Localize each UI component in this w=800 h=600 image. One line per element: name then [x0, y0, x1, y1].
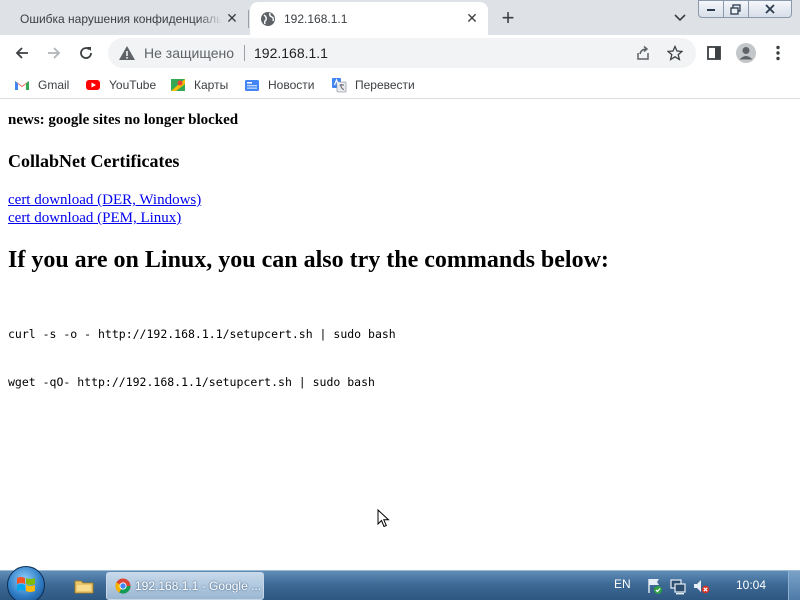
page-title: CollabNet Certificates: [8, 151, 180, 171]
cert-download-pem-link[interactable]: cert download (PEM, Linux): [8, 209, 201, 227]
bookmark-gmail[interactable]: Gmail: [14, 76, 69, 94]
chevron-down-icon: [674, 14, 686, 22]
restore-button[interactable]: [723, 0, 749, 18]
close-window-button[interactable]: [748, 0, 792, 18]
bookmark-maps[interactable]: Карты: [170, 76, 228, 94]
warning-icon[interactable]: [118, 44, 136, 62]
flag-check-icon: [648, 579, 662, 594]
back-button[interactable]: [9, 40, 35, 66]
maps-icon: [170, 77, 186, 93]
address-bar[interactable]: Не защищено 192.168.1.1: [108, 38, 696, 68]
security-status[interactable]: Не защищено: [144, 45, 234, 61]
command-block: curl -s -o - http://192.168.1.1/setupcer…: [8, 294, 396, 422]
omnibox-separator: [244, 45, 245, 61]
tray-volume[interactable]: [692, 577, 710, 595]
gmail-icon: [14, 77, 30, 93]
close-icon: [765, 4, 775, 14]
share-button[interactable]: [632, 42, 654, 64]
minimize-icon: [707, 9, 715, 11]
mouse-cursor-icon: [377, 509, 390, 528]
url-text[interactable]: 192.168.1.1: [254, 45, 632, 61]
news-notice: news: google sites no longer blocked: [8, 112, 239, 128]
tab-search-button[interactable]: [670, 8, 690, 28]
window-controls: [698, 0, 792, 18]
bookmark-youtube[interactable]: YouTube: [85, 76, 156, 94]
show-desktop-button[interactable]: [788, 571, 800, 600]
new-tab-button[interactable]: +: [496, 5, 520, 30]
forward-button[interactable]: [41, 40, 67, 66]
profile-button[interactable]: [733, 40, 759, 66]
taskbar: 192.168.1.1 - Google ... EN 10:04: [0, 566, 800, 600]
bookmark-label: YouTube: [109, 78, 157, 92]
globe-icon: [260, 11, 276, 27]
avatar-icon: [736, 43, 756, 63]
chrome-icon: [115, 578, 131, 594]
tab-close-button[interactable]: ✕: [462, 9, 482, 29]
bookmarks-bar: Gmail YouTube Карты Новости Перевести: [0, 71, 800, 99]
bookmark-label: Перевести: [355, 78, 415, 92]
tab-title: 192.168.1.1: [284, 11, 348, 26]
news-icon: [244, 77, 260, 93]
bookmark-star-button[interactable]: [664, 42, 686, 64]
network-icon: [670, 579, 686, 595]
tab-strip: Ошибка нарушения конфиденциальности ✕ 19…: [0, 0, 800, 35]
browser-toolbar: Не защищено 192.168.1.1: [0, 35, 800, 71]
taskbar-chrome-button[interactable]: 192.168.1.1 - Google ...: [106, 572, 264, 600]
taskbar-chrome-label: 192.168.1.1 - Google ...: [135, 579, 262, 593]
restore-icon: [730, 3, 741, 15]
taskbar-explorer-button[interactable]: [66, 573, 102, 599]
menu-button[interactable]: [765, 40, 791, 66]
youtube-icon: [85, 77, 101, 93]
start-button[interactable]: [7, 566, 45, 600]
tab-privacy-error[interactable]: Ошибка нарушения конфиденциальности ✕: [8, 2, 248, 35]
tab-router[interactable]: 192.168.1.1 ✕: [250, 2, 488, 35]
translate-icon: [331, 77, 347, 93]
tray-action-center[interactable]: [646, 577, 664, 595]
side-panel-icon: [707, 46, 721, 60]
volume-muted-icon: [694, 580, 710, 594]
share-icon: [637, 45, 649, 60]
minimize-button[interactable]: [698, 0, 724, 18]
reload-icon: [80, 47, 92, 59]
side-panel-button[interactable]: [701, 40, 727, 66]
linux-heading: If you are on Linux, you can also try th…: [8, 247, 609, 273]
reload-button[interactable]: [73, 40, 99, 66]
bookmark-label: Карты: [194, 78, 229, 92]
language-indicator[interactable]: EN: [614, 577, 631, 591]
arrow-right-icon: [48, 47, 61, 59]
bookmark-news[interactable]: Новости: [244, 76, 314, 94]
tray-network[interactable]: [669, 577, 687, 595]
command-line-wget: wget -qO- http://192.168.1.1/setupcert.s…: [8, 375, 375, 389]
cert-download-der-link[interactable]: cert download (DER, Windows): [8, 191, 201, 209]
tab-separator: [248, 10, 249, 28]
tab-title: Ошибка нарушения конфиденциальности: [20, 11, 222, 26]
bookmark-label: Gmail: [38, 78, 70, 92]
arrow-left-icon: [15, 47, 28, 59]
kebab-menu-icon: [776, 45, 780, 61]
system-clock[interactable]: 10:04: [736, 578, 766, 592]
tab-close-button[interactable]: ✕: [222, 9, 242, 29]
cert-links: cert download (DER, Windows) cert downlo…: [8, 191, 201, 227]
command-line-curl: curl -s -o - http://192.168.1.1/setupcer…: [8, 327, 396, 341]
bookmark-translate[interactable]: Перевести: [331, 76, 415, 94]
folder-icon: [74, 580, 94, 594]
bookmark-label: Новости: [268, 78, 315, 92]
star-icon: [667, 45, 683, 61]
windows-logo-icon: [17, 577, 35, 592]
